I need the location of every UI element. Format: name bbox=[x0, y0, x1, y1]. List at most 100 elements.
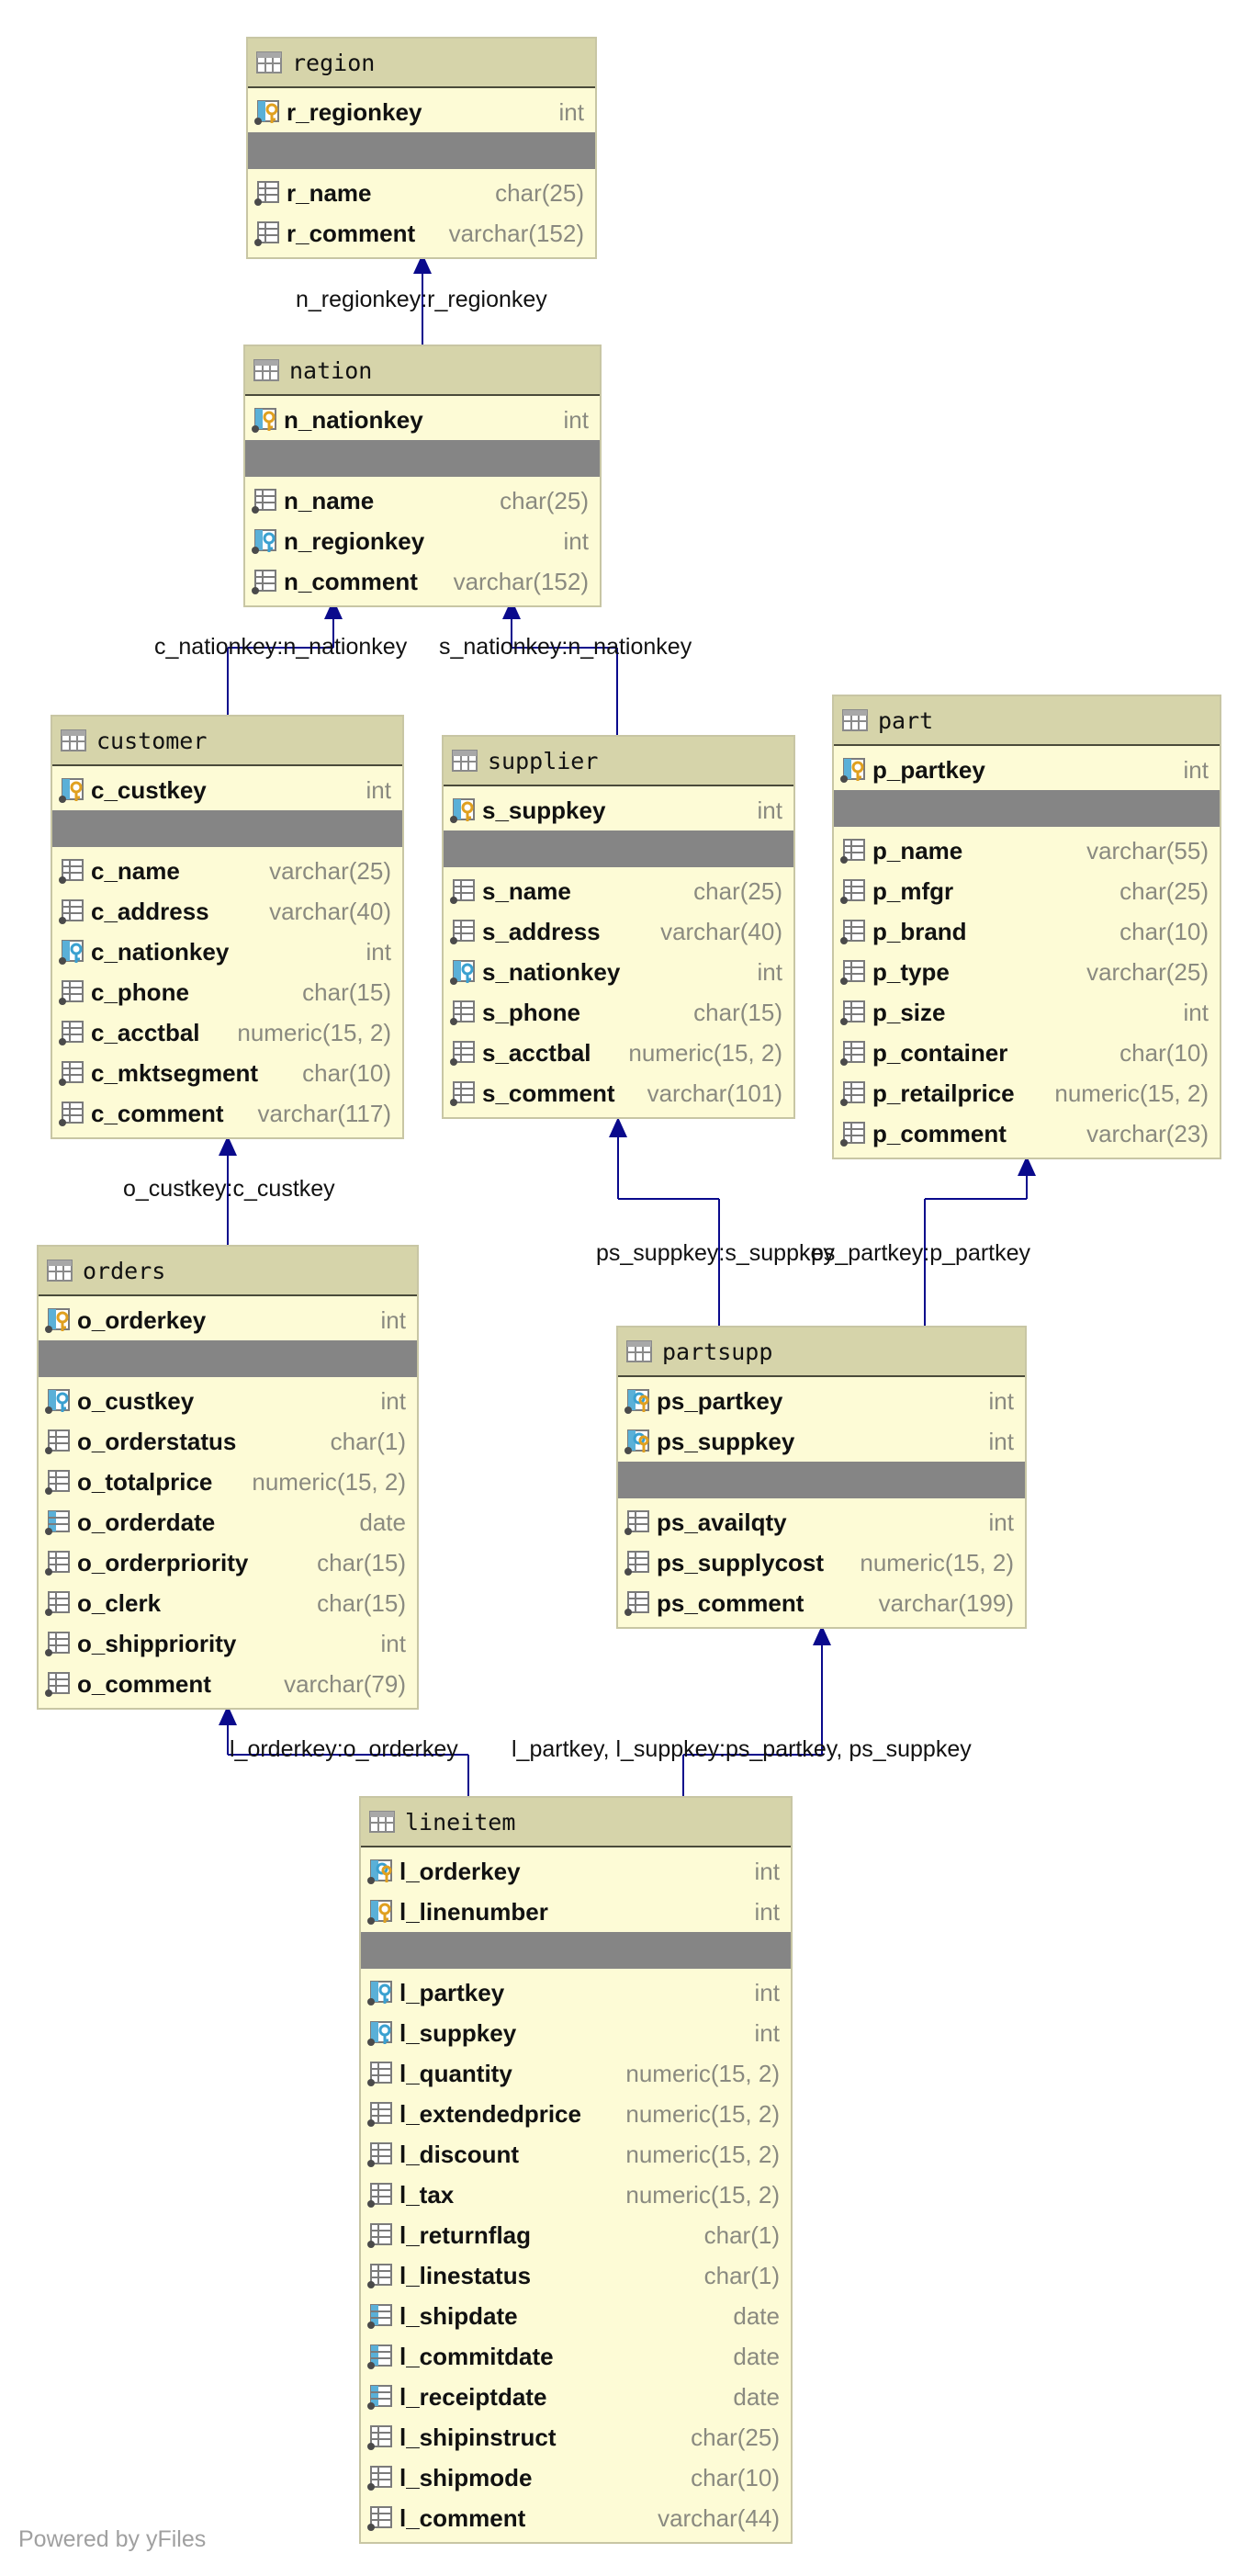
column-row[interactable]: ps_partkey int bbox=[618, 1381, 1025, 1421]
column-row[interactable]: o_comment varchar(79) bbox=[39, 1664, 417, 1704]
table-header[interactable]: region bbox=[248, 39, 595, 88]
column-row[interactable]: o_orderkey int bbox=[39, 1300, 417, 1340]
column-icon bbox=[449, 1039, 477, 1067]
footer-credit: Powered by yFiles bbox=[18, 2526, 207, 2552]
column-row[interactable]: n_comment varchar(152) bbox=[245, 561, 600, 602]
table-lineitem[interactable]: lineitem l_orderkey int l_linenumber int l_pa… bbox=[359, 1796, 793, 2544]
column-row[interactable]: c_phone char(15) bbox=[52, 972, 402, 1012]
column-row[interactable]: p_size int bbox=[834, 992, 1220, 1033]
column-row[interactable]: l_comment varchar(44) bbox=[361, 2498, 791, 2538]
column-row[interactable]: p_retailprice numeric(15, 2) bbox=[834, 1073, 1220, 1113]
column-row[interactable]: l_quantity numeric(15, 2) bbox=[361, 2053, 791, 2094]
column-row[interactable]: l_returnflag char(1) bbox=[361, 2215, 791, 2255]
column-row[interactable]: o_shippriority int bbox=[39, 1623, 417, 1664]
table-header[interactable]: part bbox=[834, 696, 1220, 746]
table-header[interactable]: nation bbox=[245, 346, 600, 396]
indexed-column-icon bbox=[366, 2343, 394, 2370]
table-icon bbox=[253, 356, 280, 384]
table-partsupp[interactable]: partsupp ps_partkey int ps_suppkey int ps_ava… bbox=[616, 1326, 1027, 1629]
column-row[interactable]: r_name char(25) bbox=[248, 173, 595, 213]
column-row[interactable]: l_shipdate date bbox=[361, 2296, 791, 2336]
column-name: p_mfgr bbox=[872, 876, 954, 905]
column-row[interactable]: s_phone char(15) bbox=[444, 992, 793, 1033]
column-row[interactable]: l_shipmode char(10) bbox=[361, 2457, 791, 2498]
column-icon bbox=[366, 2262, 394, 2289]
table-header[interactable]: lineitem bbox=[361, 1798, 791, 1847]
column-row[interactable]: p_name varchar(55) bbox=[834, 830, 1220, 871]
column-row[interactable]: s_address varchar(40) bbox=[444, 911, 793, 952]
column-row[interactable]: l_commitdate date bbox=[361, 2336, 791, 2377]
column-name: ps_partkey bbox=[657, 1386, 783, 1415]
column-row[interactable]: n_regionkey int bbox=[245, 521, 600, 561]
column-row[interactable]: o_totalprice numeric(15, 2) bbox=[39, 1462, 417, 1502]
column-type: varchar(117) bbox=[257, 1099, 391, 1127]
column-name: l_shipdate bbox=[399, 2301, 518, 2330]
column-row[interactable]: c_address varchar(40) bbox=[52, 891, 402, 932]
column-row[interactable]: p_comment varchar(23) bbox=[834, 1113, 1220, 1154]
column-row[interactable]: s_acctbal numeric(15, 2) bbox=[444, 1033, 793, 1073]
column-row[interactable]: l_linestatus char(1) bbox=[361, 2255, 791, 2296]
table-header[interactable]: partsupp bbox=[618, 1328, 1025, 1377]
key-separator bbox=[618, 1462, 1025, 1498]
column-row[interactable]: c_name varchar(25) bbox=[52, 851, 402, 891]
column-row[interactable]: p_type varchar(25) bbox=[834, 952, 1220, 992]
column-row[interactable]: n_nationkey int bbox=[245, 400, 600, 440]
column-row[interactable]: ps_comment varchar(199) bbox=[618, 1583, 1025, 1623]
column-row[interactable]: r_regionkey int bbox=[248, 92, 595, 132]
table-icon bbox=[625, 1338, 653, 1365]
column-row[interactable]: l_extendedprice numeric(15, 2) bbox=[361, 2094, 791, 2134]
table-title: supplier bbox=[488, 747, 599, 774]
column-row[interactable]: c_mktsegment char(10) bbox=[52, 1053, 402, 1093]
column-row[interactable]: l_receiptdate date bbox=[361, 2377, 791, 2417]
column-row[interactable]: s_suppkey int bbox=[444, 790, 793, 830]
table-region[interactable]: region r_regionkey int r_name char(25) r_comm… bbox=[246, 37, 597, 259]
column-type: int bbox=[380, 1386, 406, 1415]
column-row[interactable]: ps_availqty int bbox=[618, 1502, 1025, 1542]
primary-key-section: s_suppkey int bbox=[444, 786, 793, 830]
column-row[interactable]: s_comment varchar(101) bbox=[444, 1073, 793, 1113]
column-row[interactable]: l_orderkey int bbox=[361, 1851, 791, 1892]
table-part[interactable]: part p_partkey int p_name varchar(55) p_mfgr c… bbox=[832, 695, 1221, 1159]
table-supplier[interactable]: supplier s_suppkey int s_name char(25) s_addr… bbox=[442, 735, 795, 1119]
column-row[interactable]: l_linenumber int bbox=[361, 1892, 791, 1932]
column-row[interactable]: p_brand char(10) bbox=[834, 911, 1220, 952]
column-row[interactable]: n_name char(25) bbox=[245, 480, 600, 521]
column-row[interactable]: o_orderpriority char(15) bbox=[39, 1542, 417, 1583]
column-row[interactable]: o_orderstatus char(1) bbox=[39, 1421, 417, 1462]
table-header[interactable]: supplier bbox=[444, 737, 793, 786]
column-row[interactable]: s_name char(25) bbox=[444, 871, 793, 911]
column-row[interactable]: p_partkey int bbox=[834, 750, 1220, 790]
column-type: numeric(15, 2) bbox=[860, 1548, 1014, 1576]
column-row[interactable]: o_orderdate date bbox=[39, 1502, 417, 1542]
column-row[interactable]: p_container char(10) bbox=[834, 1033, 1220, 1073]
column-row[interactable]: c_acctbal numeric(15, 2) bbox=[52, 1012, 402, 1053]
column-row[interactable]: o_clerk char(15) bbox=[39, 1583, 417, 1623]
table-header[interactable]: customer bbox=[52, 717, 402, 766]
table-orders[interactable]: orders o_orderkey int o_custkey int o_orderst… bbox=[37, 1245, 419, 1710]
column-row[interactable]: l_discount numeric(15, 2) bbox=[361, 2134, 791, 2175]
column-row[interactable]: p_mfgr char(25) bbox=[834, 871, 1220, 911]
column-row[interactable]: s_nationkey int bbox=[444, 952, 793, 992]
table-nation[interactable]: nation n_nationkey int n_name char(25) n_regi… bbox=[243, 345, 602, 607]
table-header[interactable]: orders bbox=[39, 1247, 417, 1296]
column-icon bbox=[839, 1120, 867, 1147]
column-row[interactable]: ps_supplycost numeric(15, 2) bbox=[618, 1542, 1025, 1583]
column-section: o_custkey int o_orderstatus char(1) o_totalp… bbox=[39, 1377, 417, 1708]
column-row[interactable]: l_tax numeric(15, 2) bbox=[361, 2175, 791, 2215]
column-row[interactable]: l_suppkey int bbox=[361, 2013, 791, 2053]
column-row[interactable]: c_comment varchar(117) bbox=[52, 1093, 402, 1134]
column-row[interactable]: l_shipinstruct char(25) bbox=[361, 2417, 791, 2457]
column-row[interactable]: r_comment varchar(152) bbox=[248, 213, 595, 254]
column-type: int bbox=[563, 405, 589, 434]
table-title: part bbox=[878, 706, 934, 734]
column-row[interactable]: c_custkey int bbox=[52, 770, 402, 810]
table-customer[interactable]: customer c_custkey int c_name varchar(25) c_a… bbox=[51, 715, 404, 1139]
primary-foreign-key-icon bbox=[624, 1387, 651, 1415]
column-icon bbox=[44, 1589, 72, 1617]
column-row[interactable]: c_nationkey int bbox=[52, 932, 402, 972]
column-icon bbox=[839, 999, 867, 1026]
column-row[interactable]: ps_suppkey int bbox=[618, 1421, 1025, 1462]
column-row[interactable]: o_custkey int bbox=[39, 1381, 417, 1421]
column-row[interactable]: l_partkey int bbox=[361, 1972, 791, 2013]
table-icon bbox=[451, 747, 478, 774]
